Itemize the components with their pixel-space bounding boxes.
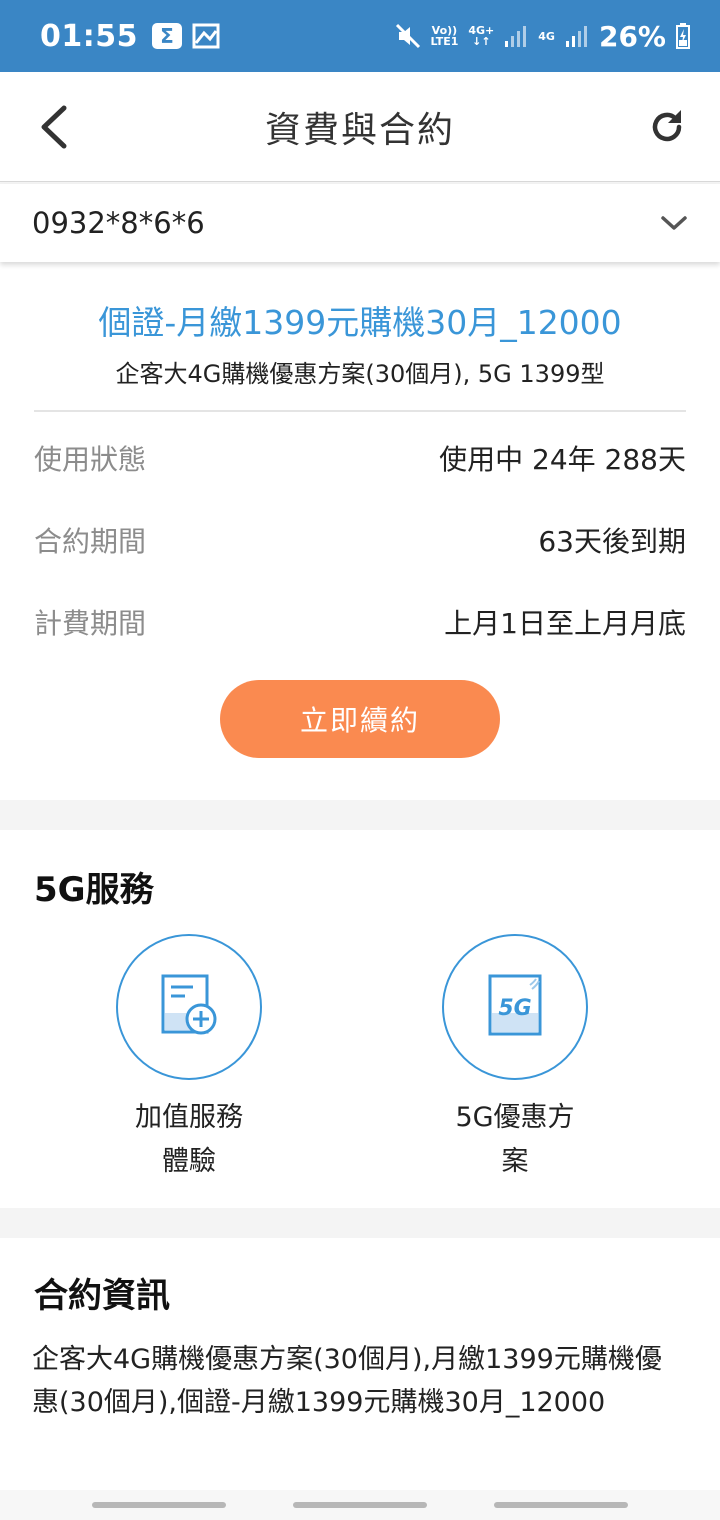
gallery-icon — [192, 23, 220, 49]
5g-icon-text: 5G — [498, 996, 531, 1021]
lte-label: LTE1 — [430, 35, 459, 48]
volte-indicator: Vo)) LTE1 — [431, 25, 459, 47]
sim1-label: 4G+ — [468, 24, 495, 37]
chevron-down-icon[interactable] — [660, 213, 688, 233]
contract-text: 企客大4G購機優惠方案(30個月),月繳1399元購機優惠(30個月),個證-月… — [32, 1344, 662, 1418]
service-label: 加值服務 體驗 — [89, 1096, 289, 1184]
info-value: 使用中 24年 288天 — [439, 443, 686, 476]
app-header: 資費與合約 — [0, 72, 720, 182]
info-row-billing-period: 計費期間 上月1日至上月月底 — [34, 602, 686, 642]
sigma-icon: Σ — [152, 23, 182, 49]
info-label: 合約期間 — [34, 525, 147, 558]
notification-icons: Σ — [152, 23, 220, 49]
info-value: 63天後到期 — [538, 525, 686, 558]
battery-charging-icon — [676, 23, 690, 49]
phone-number: 0932*8*6*6 — [32, 206, 205, 240]
service-label: 5G優惠方 案 — [415, 1096, 615, 1184]
refresh-icon[interactable] — [648, 108, 686, 146]
service-label-line: 5G優惠方 — [455, 1102, 575, 1133]
info-label: 計費期間 — [34, 607, 147, 640]
signal-icon — [565, 24, 589, 48]
info-row-contract-period: 合約期間 63天後到期 — [34, 520, 686, 560]
sim2-network: 4G — [538, 29, 555, 43]
status-time: 01:55 — [40, 18, 138, 54]
nav-back-button[interactable] — [494, 1502, 628, 1508]
battery-percent: 26% — [598, 19, 666, 53]
service-value-added-trial[interactable]: 加值服務 體驗 — [89, 934, 289, 1184]
section-title: 合約資訊 — [34, 1276, 170, 1316]
status-bar: 01:55 Σ Vo)) LTE1 4G+ ↓↑ 4G 26% — [0, 0, 720, 72]
nav-home-button[interactable] — [293, 1502, 427, 1508]
service-label-line: 體驗 — [162, 1146, 216, 1177]
divider — [34, 410, 686, 412]
plan-description: 企客大4G購機優惠方案(30個月), 5G 1399型 — [115, 360, 605, 388]
phone-number-selector[interactable]: 0932*8*6*6 — [0, 184, 720, 262]
services-section: 5G服務 加值服務 體驗 5G 5G優惠方 案 — [0, 830, 720, 1208]
back-icon[interactable] — [36, 104, 76, 150]
nav-recents-button[interactable] — [92, 1502, 226, 1508]
page-title: 資費與合約 — [264, 109, 455, 151]
status-right-icons: Vo)) LTE1 4G+ ↓↑ 4G 26% — [395, 19, 690, 53]
service-5g-offer[interactable]: 5G 5G優惠方 案 — [415, 934, 615, 1184]
mute-icon — [395, 23, 421, 49]
info-row-status: 使用狀態 使用中 24年 288天 — [34, 438, 686, 478]
document-plus-icon — [159, 973, 219, 1041]
section-title: 5G服務 — [34, 870, 154, 910]
plan-card: 個證-月繳1399元購機30月_12000 企客大4G購機優惠方案(30個月),… — [0, 262, 720, 800]
service-label-line: 加值服務 — [135, 1102, 243, 1133]
sim1-network: 4G+ ↓↑ — [468, 24, 495, 48]
plan-name: 個證-月繳1399元購機30月_12000 — [98, 303, 622, 342]
info-label: 使用狀態 — [34, 443, 147, 476]
service-icon-circle[interactable] — [116, 934, 262, 1080]
contract-info-section: 合約資訊 企客大4G購機優惠方案(30個月),月繳1399元購機優惠(30個月)… — [0, 1238, 720, 1520]
service-label-line: 案 — [501, 1146, 529, 1177]
signal-icon — [504, 24, 528, 48]
service-icon-circle[interactable]: 5G — [442, 934, 588, 1080]
info-value: 上月1日至上月月底 — [444, 607, 686, 640]
renew-button[interactable]: 立即續約 — [220, 680, 500, 758]
5g-card-icon: 5G — [486, 973, 544, 1041]
system-nav-bar — [0, 1490, 720, 1520]
